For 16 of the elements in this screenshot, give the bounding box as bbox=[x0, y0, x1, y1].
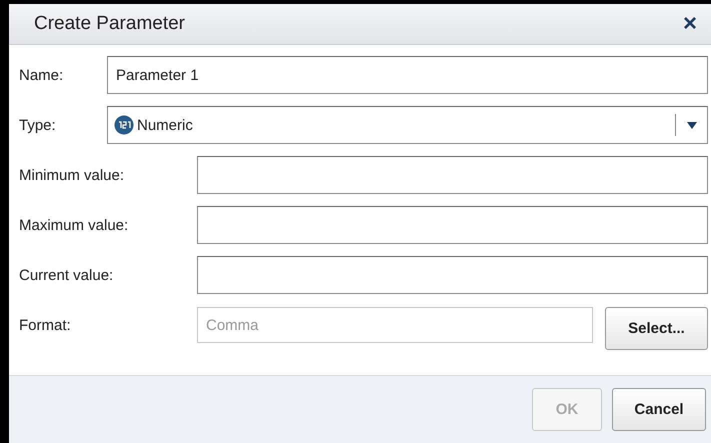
close-button[interactable]: × bbox=[682, 12, 697, 36]
dropdown-arrow-icon bbox=[687, 122, 697, 128]
field-label: Minimum value: bbox=[19, 166, 126, 184]
text-field[interactable] bbox=[197, 206, 708, 244]
window-title: Create Parameter bbox=[34, 13, 186, 35]
field-label: Format: bbox=[19, 316, 72, 334]
cancel-button[interactable]: Cancel bbox=[612, 388, 706, 431]
field-label: Name: bbox=[19, 66, 64, 84]
field-label: Current value: bbox=[19, 266, 114, 284]
type-dropdown[interactable]: Numeric bbox=[107, 106, 708, 144]
text-field[interactable]: Parameter 1 bbox=[107, 56, 708, 94]
field-label: Type: bbox=[19, 116, 57, 134]
numeric-type-icon bbox=[114, 115, 134, 135]
field-label: Maximum value: bbox=[19, 216, 130, 234]
text-field[interactable] bbox=[197, 156, 708, 194]
text-field[interactable] bbox=[197, 256, 708, 294]
